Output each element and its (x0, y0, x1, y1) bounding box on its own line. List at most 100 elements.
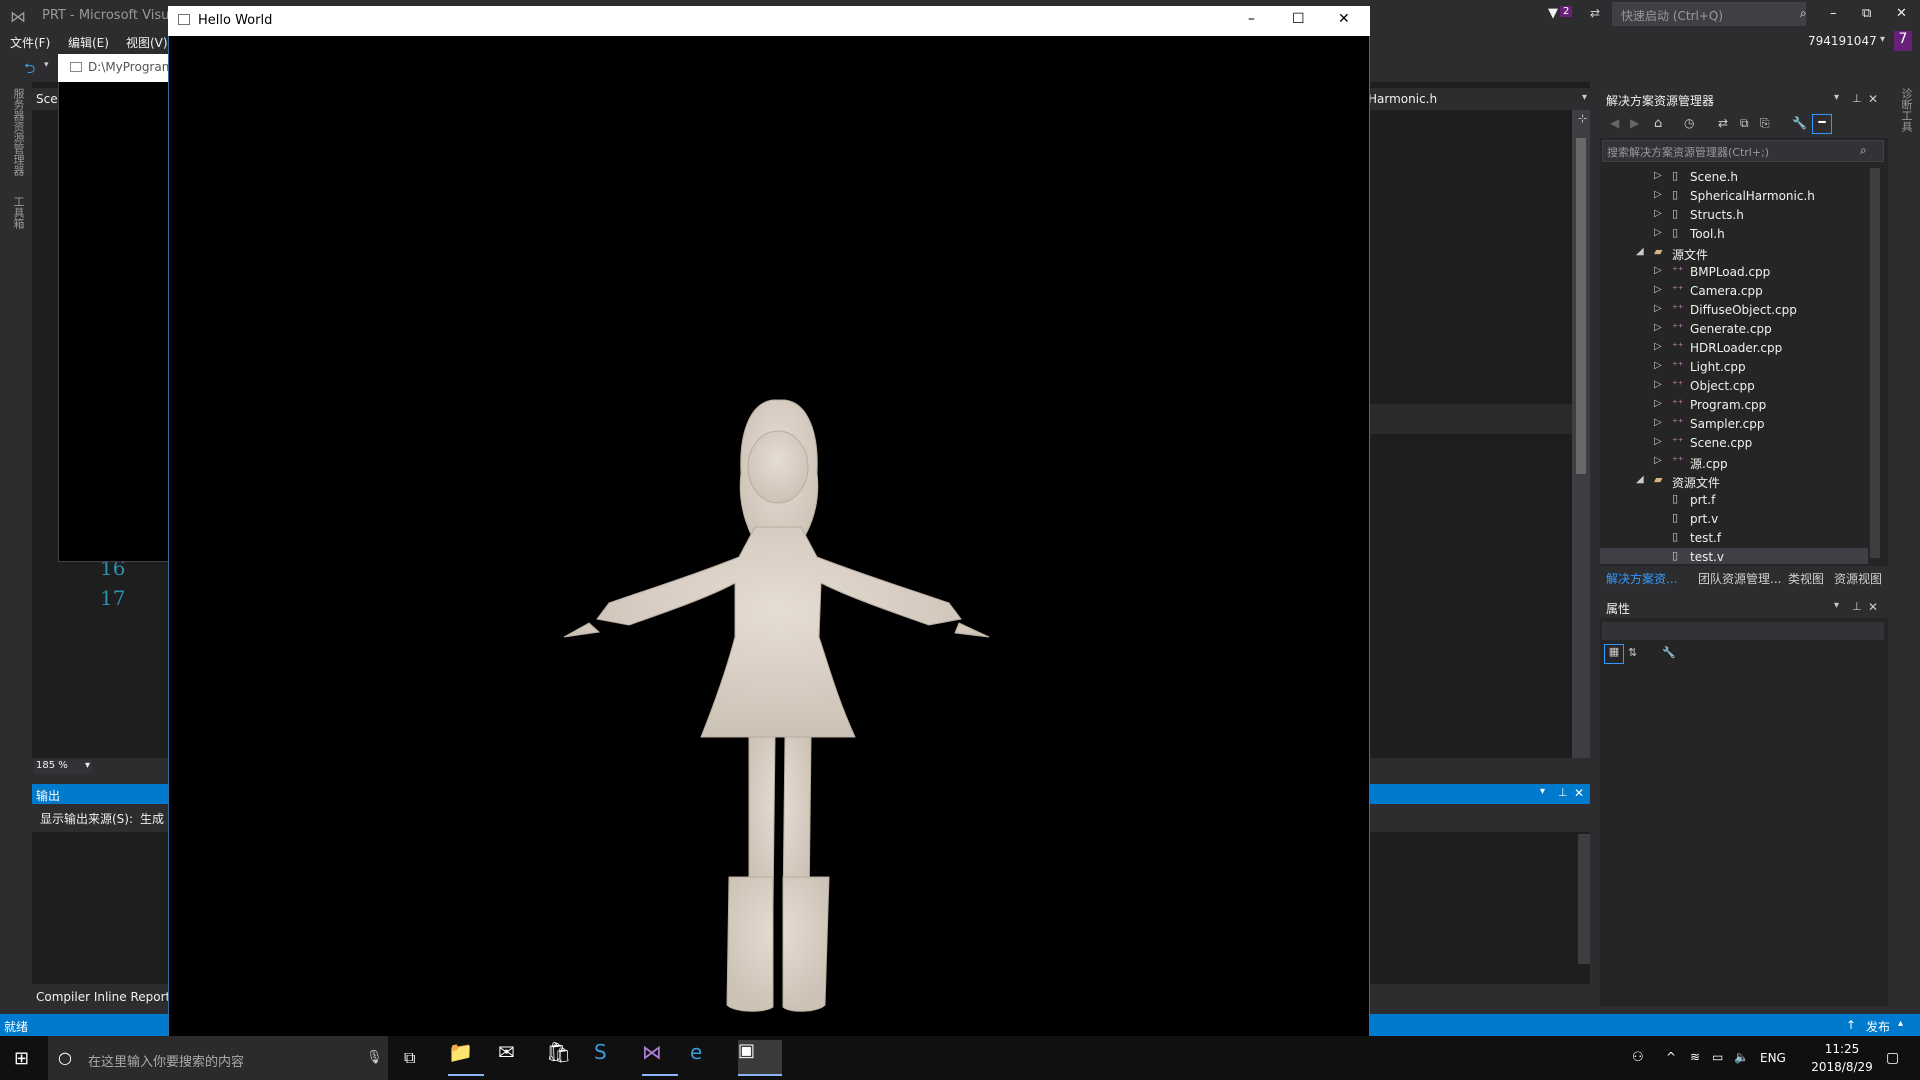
language-indicator[interactable]: ENG (1760, 1051, 1786, 1065)
background-console-window[interactable] (58, 54, 170, 562)
editor-scroll-thumb[interactable] (1576, 138, 1586, 474)
se-history-icon[interactable]: ◷ (1684, 116, 1694, 130)
zoom-select[interactable]: 185 % ▾ (34, 760, 92, 774)
se-preview-icon[interactable]: ━ (1812, 114, 1832, 134)
publish-button[interactable]: 发布 (1866, 1018, 1890, 1035)
tab-team-explorer[interactable]: 团队资源管理... (1698, 570, 1781, 587)
expand-arrow-icon[interactable]: ▷ (1654, 322, 1662, 333)
categorized-icon[interactable]: ▦ (1604, 644, 1624, 664)
publish-chevron-icon[interactable]: ▴ (1898, 1018, 1903, 1029)
vs-minimize-button[interactable]: – (1830, 6, 1837, 21)
hello-world-taskbar-icon[interactable]: ▣ (738, 1040, 782, 1076)
tree-file[interactable]: ▷ ⁺⁺ Scene.cpp (1600, 434, 1868, 453)
expand-arrow-icon[interactable]: ▷ (1654, 265, 1662, 276)
action-center-icon[interactable]: ▢ (1886, 1050, 1899, 1066)
expand-arrow-icon[interactable]: ▷ (1654, 170, 1662, 181)
store-icon[interactable]: 🛍 (546, 1040, 582, 1076)
menu-view[interactable]: 视图(V) (126, 34, 168, 51)
back-icon[interactable]: ⮌ (24, 58, 35, 82)
properties-object-select[interactable] (1602, 622, 1884, 640)
expand-arrow-icon[interactable]: ▷ (1654, 227, 1662, 238)
tree-file[interactable]: ▷ ▯ Tool.h (1600, 225, 1868, 244)
tree-file[interactable]: ▷ ⁺⁺ Program.cpp (1600, 396, 1868, 415)
compiler-inline-report-tab[interactable]: Compiler Inline Report (36, 990, 170, 1004)
output-dropdown-icon[interactable]: ▾ (1540, 786, 1545, 797)
collapse-arrow-icon[interactable]: ◢ (1636, 474, 1644, 485)
tree-file[interactable]: ▷ ⁺⁺ Light.cpp (1600, 358, 1868, 377)
tree-file[interactable]: ▷ ⁺⁺ Object.cpp (1600, 377, 1868, 396)
tab-resource-view[interactable]: 资源视图 (1834, 570, 1882, 587)
prop-pin-icon[interactable]: ⊥ (1852, 600, 1862, 613)
expand-arrow-icon[interactable]: ▷ (1654, 436, 1662, 447)
wifi-icon[interactable]: ≋ (1690, 1050, 1700, 1064)
tab-solution-explorer[interactable]: 解决方案资... (1606, 570, 1677, 587)
collapse-arrow-icon[interactable]: ◢ (1636, 246, 1644, 257)
expand-arrow-icon[interactable]: ▷ (1654, 360, 1662, 371)
account-dropdown-icon[interactable]: ▾ (1880, 34, 1885, 45)
notification-count[interactable]: 2 (1560, 6, 1573, 17)
se-forward-icon[interactable]: ▶ (1630, 116, 1639, 130)
prop-dropdown-icon[interactable]: ▾ (1834, 600, 1839, 611)
tree-file[interactable]: ▷ ⁺⁺ DiffuseObject.cpp (1600, 301, 1868, 320)
expand-arrow-icon[interactable]: ▷ (1654, 398, 1662, 409)
se-home-icon[interactable]: ⌂ (1654, 116, 1662, 131)
app-minimize-button[interactable]: – (1248, 11, 1255, 27)
tree-folder[interactable]: ◢ ▰ 资源文件 (1600, 472, 1868, 491)
se-close-icon[interactable]: ✕ (1868, 92, 1878, 106)
volume-icon[interactable]: 🔈 (1734, 1050, 1749, 1064)
expand-arrow-icon[interactable]: ▷ (1654, 284, 1662, 295)
diagnostic-tools-tab[interactable]: 诊断工具 (1898, 88, 1914, 148)
split-icon[interactable]: ⊹ (1578, 112, 1587, 125)
expand-arrow-icon[interactable]: ▷ (1654, 341, 1662, 352)
se-scrollbar[interactable] (1870, 168, 1880, 558)
se-dropdown-icon[interactable]: ▾ (1834, 92, 1839, 103)
vs-badge[interactable]: 7 (1894, 31, 1912, 51)
clock-date[interactable]: 2018/8/29 (1804, 1060, 1880, 1074)
battery-icon[interactable]: ▭ (1712, 1050, 1723, 1064)
expand-arrow-icon[interactable]: ▷ (1654, 189, 1662, 200)
mail-icon[interactable]: ✉ (498, 1040, 534, 1076)
hello-world-titlebar[interactable] (168, 6, 1370, 36)
se-collapse-icon[interactable]: ⧉ (1740, 116, 1749, 131)
sogou-icon[interactable]: S (594, 1040, 630, 1076)
windows-start-icon[interactable]: ⊞ (14, 1048, 29, 1069)
se-search-input[interactable]: 搜索解决方案资源管理器(Ctrl+;) (1602, 140, 1884, 162)
toolbox-tab[interactable]: 工具箱 (10, 196, 26, 246)
server-explorer-tab[interactable]: 服务器资源管理器 (10, 88, 26, 188)
tree-file[interactable]: ▷ ▯ Scene.h (1600, 168, 1868, 187)
alphabetical-icon[interactable]: ⇅ (1628, 646, 1637, 659)
file-explorer-icon[interactable]: 📁 (448, 1040, 484, 1076)
tree-file[interactable]: ▷ ⁺⁺ 源.cpp (1600, 453, 1868, 472)
tree-file[interactable]: ▷ ▯ SphericalHarmonic.h (1600, 187, 1868, 206)
tree-file[interactable]: ▷ ▯ Structs.h (1600, 206, 1868, 225)
tree-file[interactable]: ▯ prt.v (1600, 510, 1868, 529)
output-pin-icon[interactable]: ⊥ (1558, 786, 1568, 799)
tree-file[interactable]: ▷ ⁺⁺ HDRLoader.cpp (1600, 339, 1868, 358)
tab-class-view[interactable]: 类视图 (1788, 570, 1824, 587)
filter-icon[interactable]: ▼ (1548, 6, 1558, 21)
tree-folder[interactable]: ◢ ▰ 源文件 (1600, 244, 1868, 263)
visual-studio-taskbar-icon[interactable]: ⋈ (642, 1040, 678, 1076)
tree-file[interactable]: ▷ ⁺⁺ BMPLoad.cpp (1600, 263, 1868, 282)
expand-arrow-icon[interactable]: ▷ (1654, 417, 1662, 428)
people-icon[interactable]: ⚇ (1632, 1050, 1644, 1065)
expand-arrow-icon[interactable]: ▷ (1654, 455, 1662, 466)
render-viewport[interactable] (169, 37, 1369, 1037)
menu-edit[interactable]: 编辑(E) (68, 34, 109, 51)
zoom-dropdown-icon[interactable]: ▾ (85, 760, 90, 771)
tree-file[interactable]: ▷ ⁺⁺ Sampler.cpp (1600, 415, 1868, 434)
se-pin-icon[interactable]: ⊥ (1852, 92, 1862, 105)
feedback-icon[interactable]: ⇄ (1590, 6, 1600, 20)
edge-icon[interactable]: e (690, 1040, 726, 1076)
expand-arrow-icon[interactable]: ▷ (1654, 208, 1662, 219)
menu-file[interactable]: 文件(F) (10, 34, 50, 51)
vs-restore-button[interactable]: ⧉ (1862, 6, 1871, 21)
output-scrollbar[interactable] (1578, 834, 1590, 964)
publish-icon[interactable]: ↑ (1846, 1018, 1856, 1032)
expand-arrow-icon[interactable]: ▷ (1654, 303, 1662, 314)
tree-file[interactable]: ▯ test.v (1600, 548, 1868, 564)
prop-close-icon[interactable]: ✕ (1868, 600, 1878, 614)
tab-dropdown-icon[interactable]: ▾ (1582, 92, 1587, 103)
se-search-icon[interactable]: ⌕ (1860, 143, 1867, 158)
task-view-icon[interactable]: ⧉ (404, 1048, 415, 1068)
